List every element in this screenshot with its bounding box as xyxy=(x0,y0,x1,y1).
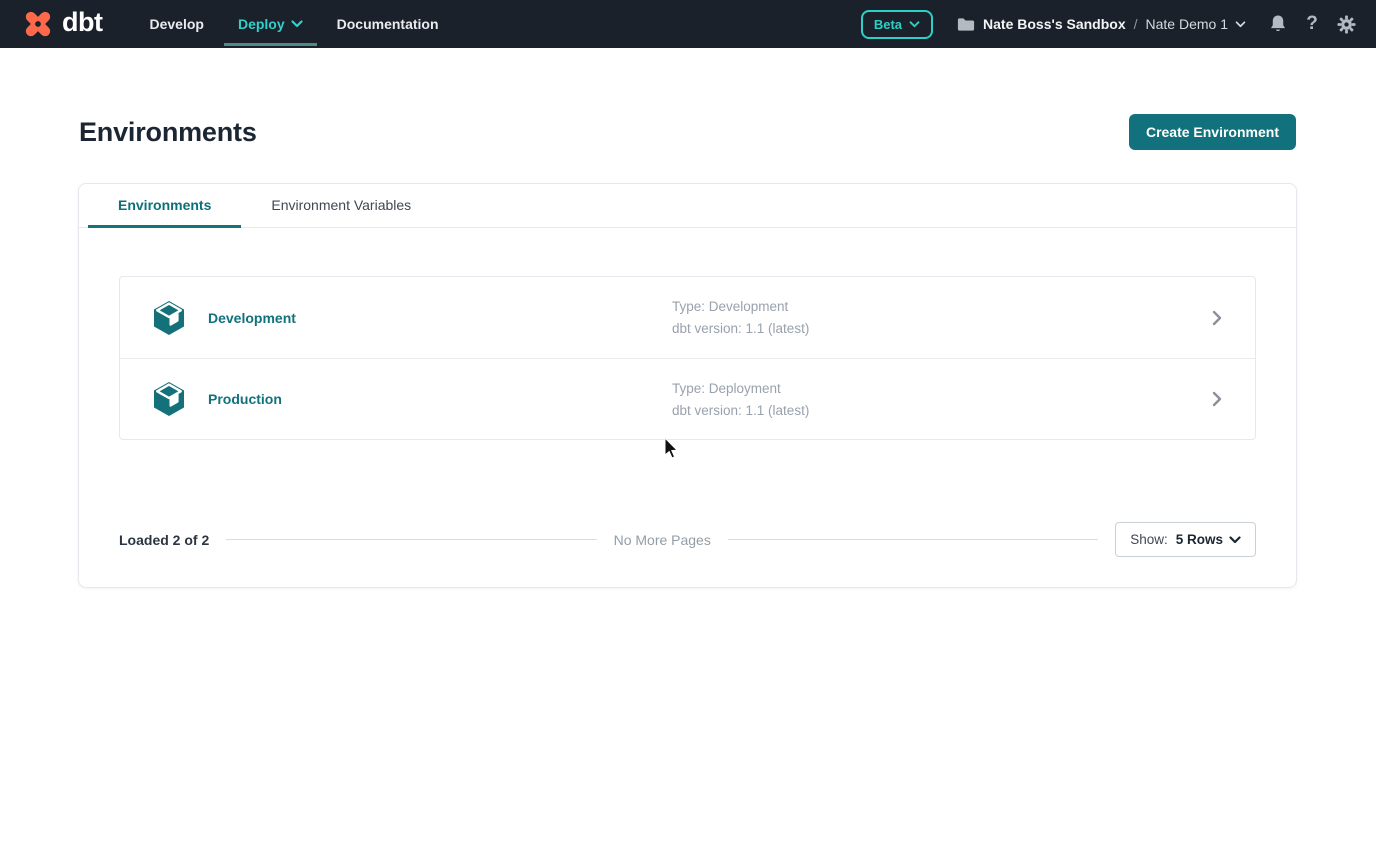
top-navbar: dbt Develop Deploy Documentation Beta Na… xyxy=(0,0,1376,48)
environment-row-production[interactable]: Production Type: Deployment dbt version:… xyxy=(120,358,1255,439)
tab-bar: Environments Environment Variables xyxy=(79,184,1296,228)
chevron-down-icon xyxy=(909,21,920,28)
breadcrumb-project-dropdown[interactable]: Nate Demo 1 xyxy=(1146,16,1246,32)
tab-label: Environments xyxy=(118,197,211,213)
question-mark-icon: ? xyxy=(1306,13,1318,35)
chevron-down-icon xyxy=(1229,536,1241,544)
divider-line xyxy=(728,539,1098,540)
nav-utility-icons: ? xyxy=(1268,14,1356,34)
dbt-logo[interactable]: dbt xyxy=(20,6,102,42)
environments-card: Environments Environment Variables Devel… xyxy=(78,183,1297,588)
environment-row-development[interactable]: Development Type: Development dbt versio… xyxy=(120,277,1255,358)
page-header: Environments Create Environment xyxy=(0,48,1376,150)
pagination-bar: Loaded 2 of 2 No More Pages Show: 5 Rows xyxy=(79,522,1296,557)
environment-cube-icon xyxy=(150,299,188,337)
nav-item-deploy[interactable]: Deploy xyxy=(221,0,320,48)
environment-name-link[interactable]: Development xyxy=(208,310,296,326)
rows-per-page-dropdown[interactable]: Show: 5 Rows xyxy=(1115,522,1256,557)
environment-version: dbt version: 1.1 (latest) xyxy=(672,321,1209,336)
nav-item-documentation[interactable]: Documentation xyxy=(320,0,456,48)
chevron-down-icon xyxy=(1235,21,1246,28)
loaded-count-label: Loaded 2 of 2 xyxy=(119,532,209,548)
create-environment-button[interactable]: Create Environment xyxy=(1129,114,1296,150)
show-label: Show: xyxy=(1130,532,1168,547)
beta-dropdown-button[interactable]: Beta xyxy=(861,10,933,39)
folder-icon xyxy=(957,17,975,32)
tab-environment-variables[interactable]: Environment Variables xyxy=(241,184,441,227)
environment-meta: Type: Deployment dbt version: 1.1 (lates… xyxy=(672,381,1209,418)
nav-item-label: Documentation xyxy=(337,16,439,32)
environment-version: dbt version: 1.1 (latest) xyxy=(672,403,1209,418)
environment-main: Development xyxy=(150,299,672,337)
dbt-logo-icon xyxy=(20,6,56,42)
environment-type: Type: Development xyxy=(672,299,1209,314)
nav-item-label: Deploy xyxy=(238,16,285,32)
gear-icon xyxy=(1337,15,1356,34)
environment-name-link[interactable]: Production xyxy=(208,391,282,407)
environment-type: Type: Deployment xyxy=(672,381,1209,396)
divider-line xyxy=(226,539,596,540)
environment-cube-icon xyxy=(150,380,188,418)
breadcrumb-account[interactable]: Nate Boss's Sandbox xyxy=(983,16,1126,32)
settings-button[interactable] xyxy=(1336,14,1356,34)
chevron-down-icon xyxy=(291,20,303,28)
breadcrumb-separator: / xyxy=(1134,16,1138,32)
breadcrumb-project-label: Nate Demo 1 xyxy=(1146,16,1228,32)
chevron-right-icon xyxy=(1209,310,1225,326)
environment-main: Production xyxy=(150,380,672,418)
environment-list: Development Type: Development dbt versio… xyxy=(119,276,1256,440)
notifications-button[interactable] xyxy=(1268,14,1288,34)
chevron-right-icon xyxy=(1209,391,1225,407)
beta-label: Beta xyxy=(874,17,902,32)
bell-icon xyxy=(1269,14,1287,34)
tab-environments[interactable]: Environments xyxy=(88,184,241,227)
page-title: Environments xyxy=(79,117,257,148)
main-nav: Develop Deploy Documentation xyxy=(132,0,455,48)
rows-value-label: 5 Rows xyxy=(1176,532,1223,547)
nav-item-develop[interactable]: Develop xyxy=(132,0,220,48)
environment-meta: Type: Development dbt version: 1.1 (late… xyxy=(672,299,1209,336)
tab-label: Environment Variables xyxy=(271,197,411,213)
no-more-pages-label: No More Pages xyxy=(614,532,711,548)
nav-item-label: Develop xyxy=(149,16,203,32)
help-button[interactable]: ? xyxy=(1302,14,1322,34)
breadcrumb: Nate Boss's Sandbox / Nate Demo 1 xyxy=(957,16,1246,32)
brand-name: dbt xyxy=(62,9,102,40)
